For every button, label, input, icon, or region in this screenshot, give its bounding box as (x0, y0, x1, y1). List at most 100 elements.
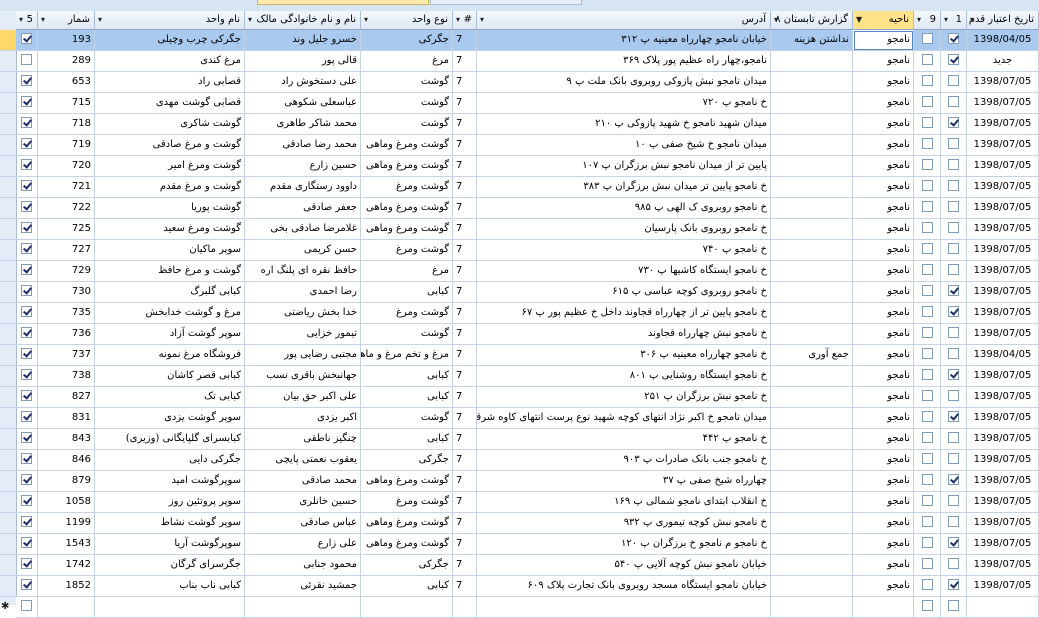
cell-tarikh[interactable]: 1398/07/05 (967, 240, 1039, 261)
checkbox[interactable] (921, 158, 933, 170)
cell-noe[interactable]: گوشت ومرغ وماهی (361, 534, 453, 555)
cell-c7[interactable]: 7 (453, 576, 477, 597)
cell-c5[interactable] (16, 135, 38, 156)
checkbox[interactable] (921, 242, 933, 254)
cell-noe[interactable]: گوشت (361, 72, 453, 93)
checkbox[interactable] (948, 95, 959, 107)
checkbox[interactable] (21, 494, 32, 506)
cell-c7[interactable]: 7 (453, 324, 477, 345)
cell-c7[interactable]: 7 (453, 450, 477, 471)
cell-c5[interactable] (16, 576, 38, 597)
checkbox[interactable] (21, 116, 32, 128)
checkbox[interactable] (921, 515, 933, 527)
cell-address[interactable]: خ نامجو چهارراه معینیه پ ۳۰۶ (477, 345, 771, 366)
cell-address[interactable]: میدان شهید نامجو خ شهید پازوکی پ ۲۱۰ (477, 114, 771, 135)
new-cell-nahiye[interactable] (853, 597, 914, 618)
column-header-c7[interactable]: # ▾ (453, 11, 477, 30)
table-row[interactable]: 725 گوشت ومرغ سعید غلامرضا صادقی بخی گوشت و… (16, 219, 1039, 240)
cell-tarikh[interactable]: 1398/07/05 (967, 303, 1039, 324)
cell-gozaresh[interactable] (771, 429, 853, 450)
record-selector[interactable] (0, 114, 16, 135)
cell-gozaresh[interactable]: نداشتن هزینه (771, 30, 853, 51)
cell-c9[interactable] (914, 198, 941, 219)
checkbox[interactable] (948, 158, 959, 170)
cell-gozaresh[interactable] (771, 492, 853, 513)
cell-nahiye[interactable]: نامجو (853, 219, 914, 240)
cell-address[interactable]: خیابان نامجو نبش کوچه آلایی پ ۵۴۰ (477, 555, 771, 576)
checkbox[interactable] (921, 200, 933, 212)
cell-address[interactable]: خ نامجو پایین تر میدان نبش برزگران پ ۳۸۳ (477, 177, 771, 198)
cell-c1[interactable] (941, 324, 967, 345)
cell-nahiye[interactable]: نامجو (853, 534, 914, 555)
cell-noe[interactable]: گوشت (361, 114, 453, 135)
cell-tarikh[interactable]: 1398/07/05 (967, 72, 1039, 93)
cell-name[interactable]: مرغ و گوشت خدابخش (95, 303, 245, 324)
checkbox[interactable] (21, 200, 32, 212)
table-row[interactable]: 722 گوشت پوریا جعفر صادقی گوشت ومرغ وماهی 7 خ… (16, 198, 1039, 219)
cell-c5[interactable] (16, 366, 38, 387)
cell-nahiye[interactable]: نامجو (853, 492, 914, 513)
cell-c9[interactable] (914, 408, 941, 429)
cell-noe[interactable]: مرغ و تخم مرغ و ماهی (361, 345, 453, 366)
cell-gozaresh[interactable]: جمع آوری (771, 345, 853, 366)
checkbox[interactable] (921, 536, 933, 548)
record-selector[interactable] (0, 408, 16, 429)
checkbox[interactable] (21, 53, 32, 65)
checkbox[interactable] (21, 95, 32, 107)
checkbox[interactable] (948, 557, 959, 569)
cell-gozaresh[interactable] (771, 51, 853, 72)
checkbox[interactable] (21, 263, 32, 275)
cell-address[interactable]: خ نامجو روبروی بانک پارسیان (477, 219, 771, 240)
cell-noe[interactable]: گوشت ومرغ وماهی (361, 513, 453, 534)
cell-name[interactable]: کبابسرای گلپایگانی (وزیری) (95, 429, 245, 450)
cell-malek[interactable]: تیمور خزایی (245, 324, 361, 345)
checkbox[interactable] (921, 410, 933, 422)
checkbox[interactable] (21, 74, 32, 86)
checkbox[interactable] (21, 557, 32, 569)
checkbox[interactable] (948, 452, 959, 464)
cell-name[interactable]: سوپر گوشت آزاد (95, 324, 245, 345)
checkbox[interactable] (921, 263, 933, 275)
cell-name[interactable]: کبابی ناب بناب (95, 576, 245, 597)
cell-c9[interactable] (914, 429, 941, 450)
cell-name[interactable]: گوشت و مرغ صادقی (95, 135, 245, 156)
cell-gozaresh[interactable] (771, 513, 853, 534)
cell-tarikh[interactable]: 1398/07/05 (967, 555, 1039, 576)
cell-c9[interactable] (914, 345, 941, 366)
checkbox[interactable] (921, 578, 933, 590)
checkbox[interactable] (21, 284, 32, 296)
cell-nahiye[interactable]: نامجو (853, 324, 914, 345)
cell-c9[interactable] (914, 135, 941, 156)
cell-c1[interactable] (941, 471, 967, 492)
cell-c9[interactable] (914, 240, 941, 261)
cell-noe[interactable]: جگرکی (361, 450, 453, 471)
column-header-c5[interactable]: 5 ▾ (16, 11, 38, 30)
cell-c7[interactable]: 7 (453, 366, 477, 387)
chevron-down-icon[interactable]: ▾ (364, 11, 368, 29)
cell-gozaresh[interactable] (771, 135, 853, 156)
cell-noe[interactable]: کبابی (361, 387, 453, 408)
cell-noe[interactable]: جگرکی (361, 555, 453, 576)
cell-name[interactable]: گوشت و مرغ مقدم (95, 177, 245, 198)
table-row[interactable]: 1058 سوپر پروتئین روز حسین خانلری گوشت ومرغ… (16, 492, 1039, 513)
record-selector[interactable] (0, 51, 16, 72)
cell-c9[interactable] (914, 471, 941, 492)
cell-tarikh[interactable]: 1398/04/05 (967, 30, 1039, 51)
cell-gozaresh[interactable] (771, 261, 853, 282)
cell-address[interactable]: میدان نامجو خ اکبر نژاد انتهای کوچه شهید… (477, 408, 771, 429)
cell-nahiye[interactable]: نامجو (853, 51, 914, 72)
checkbox[interactable] (921, 326, 933, 338)
chevron-down-icon[interactable]: ▾ (41, 11, 45, 29)
cell-c5[interactable] (16, 408, 38, 429)
checkbox[interactable] (948, 326, 959, 338)
checkbox[interactable] (921, 389, 933, 401)
checkbox[interactable] (21, 221, 32, 233)
cell-c7[interactable]: 7 (453, 114, 477, 135)
cell-malek[interactable]: اکبر یزدی (245, 408, 361, 429)
cell-malek[interactable]: محمد صادقی (245, 471, 361, 492)
cell-address[interactable]: خ انقلاب ابتدای نامجو شمالی پ ۱۶۹ (477, 492, 771, 513)
cell-c7[interactable]: 7 (453, 240, 477, 261)
cell-c5[interactable] (16, 240, 38, 261)
cell-shomar[interactable]: 289 (38, 51, 95, 72)
cell-malek[interactable]: محمد رضا صادقی (245, 135, 361, 156)
